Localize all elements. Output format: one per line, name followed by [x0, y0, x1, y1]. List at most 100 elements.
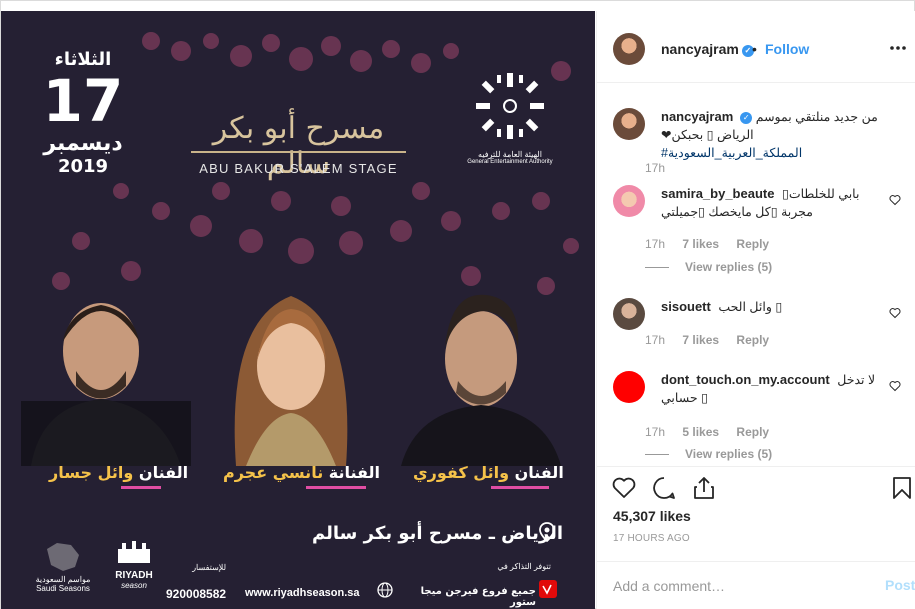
post-header: nancyajram ✓ • Follow — [597, 11, 915, 83]
riyadh-season-logo: RIYADH season — [109, 539, 159, 601]
comments-list[interactable]: nancyajram ✓ من جديد منلتقي بموسم الرياض … — [597, 84, 915, 464]
venue-name-english: ABU BAKUR S'ALEM STAGE — [199, 161, 398, 176]
comment-body: samira_by_beaute بابي للخلطات▯ مجربة ▯كل… — [661, 185, 891, 221]
virgin-megastore-icon — [539, 580, 557, 598]
artist-silhouette — [234, 296, 348, 466]
riyadh-logo-text: RIYADH — [115, 570, 153, 581]
caption-username[interactable]: nancyajram — [661, 109, 733, 124]
add-comment-input[interactable] — [613, 576, 863, 596]
follow-button[interactable]: Follow — [765, 41, 809, 57]
comment-text: وائل الحب ▯ — [718, 300, 783, 314]
artist-label-nancy-ajram: الفنانة نانسي عجرم — [223, 463, 380, 482]
comment-body: dont_touch.on_my.account لا تدخل حسابي ▯ — [661, 371, 891, 407]
like-comment-heart-icon[interactable] — [889, 307, 901, 319]
comment-username[interactable]: sisouett — [661, 299, 711, 314]
riyadh-logo-subtext: season — [121, 581, 147, 590]
comment-meta: 17h 5 likes Reply — [645, 425, 783, 439]
gea-name-english: General Entertainment Authority — [467, 159, 553, 165]
view-replies-button[interactable]: View replies (5) — [645, 447, 772, 461]
comment-username[interactable]: samira_by_beaute — [661, 186, 774, 201]
more-options-icon[interactable] — [888, 39, 908, 57]
author-username[interactable]: nancyajram ✓ — [661, 41, 754, 57]
comment-likes[interactable]: 5 likes — [682, 425, 719, 439]
view-replies-line — [645, 267, 669, 269]
view-replies-label[interactable]: View replies (5) — [685, 447, 772, 461]
view-replies-line — [645, 454, 669, 456]
event-month: ديسمبر — [43, 131, 123, 156]
comment-body: sisouett وائل الحب ▯ — [661, 298, 891, 316]
comment-time: 17h — [645, 237, 666, 251]
author-username-text[interactable]: nancyajram — [661, 41, 739, 57]
riyadh-crown-icon — [118, 541, 150, 563]
artist-label-wael-kfoury: الفنان وائل كفوري — [413, 463, 564, 482]
commenter-avatar[interactable] — [613, 298, 645, 330]
artist-silhouette — [21, 303, 191, 466]
artist-name: وائل كفوري — [413, 463, 510, 482]
caption-meta: 17h — [645, 161, 679, 175]
post-actions-bar — [597, 466, 915, 514]
artist-name-underline — [491, 486, 549, 489]
comment-username[interactable]: dont_touch.on_my.account — [661, 372, 830, 387]
artist-photo-wael-kfoury — [396, 281, 566, 466]
event-website: www.riyadhseason.sa — [245, 587, 360, 599]
comment-time: 17h — [645, 425, 666, 439]
event-date: الثلاثاء 17 ديسمبر 2019 — [23, 49, 143, 177]
post-details-panel: nancyajram ✓ • Follow nancyajram ✓ من جديد… — [596, 11, 915, 609]
gea-logo: الهيئة العامة للترفيه General Entertainm… — [463, 71, 557, 165]
like-comment-heart-icon[interactable] — [889, 380, 901, 392]
author-avatar[interactable] — [613, 33, 645, 65]
artist-title: الفنان — [514, 463, 564, 482]
event-location: الرياض ـ مسرح أبو بكر سالم — [312, 523, 563, 544]
reply-button[interactable]: Reply — [736, 425, 769, 439]
author-avatar[interactable] — [613, 108, 645, 140]
caption-time: 17h — [645, 161, 666, 175]
likes-count[interactable]: 45,307 likes — [613, 508, 691, 524]
comment-meta: 17h 7 likes Reply — [645, 237, 783, 251]
gea-name-arabic: الهيئة العامة للترفيه — [478, 150, 542, 159]
reply-button[interactable]: Reply — [736, 237, 769, 251]
artist-label-wael-jassar: الفنان وائل جسار — [49, 463, 188, 482]
post-time-ago: 17 HOURS AGO — [613, 533, 690, 544]
post-image[interactable]: الثلاثاء 17 ديسمبر 2019 مسرح أبو بكر سال… — [1, 11, 595, 609]
commenter-avatar[interactable] — [613, 371, 645, 403]
caption-hashtag[interactable]: #المملكة_العربية_السعودية — [661, 146, 802, 160]
instagram-post-page: الثلاثاء 17 ديسمبر 2019 مسرح أبو بكر سال… — [0, 0, 915, 609]
like-heart-icon[interactable] — [611, 475, 637, 501]
location-pin-icon — [539, 522, 555, 542]
artist-photo-nancy-ajram — [206, 281, 376, 466]
artist-photo-wael-jassar — [21, 281, 191, 466]
comment-likes[interactable]: 7 likes — [682, 237, 719, 251]
comment-bubble-icon[interactable] — [651, 475, 677, 501]
header-separator: • — [752, 41, 757, 57]
like-comment-heart-icon[interactable] — [889, 194, 901, 206]
gea-emblem-icon — [476, 73, 544, 139]
inquiry-label: للإستفسار — [192, 563, 226, 572]
comment-likes[interactable]: 7 likes — [682, 333, 719, 347]
view-replies-button[interactable]: View replies (5) — [645, 260, 772, 274]
reply-button[interactable]: Reply — [736, 333, 769, 347]
artist-name: نانسي عجرم — [223, 463, 324, 482]
artist-name-underline — [121, 486, 161, 489]
venue-divider — [191, 151, 406, 153]
save-bookmark-icon[interactable] — [889, 475, 915, 501]
share-upload-icon[interactable] — [691, 475, 717, 501]
caption-body: nancyajram ✓ من جديد منلتقي بموسم الرياض … — [661, 108, 891, 162]
tickets-available-label: تتوفر التذاكر في — [497, 562, 551, 571]
artist-name-underline — [306, 486, 366, 489]
ticket-stores: جميع فروع فيرجن ميجا ستور — [420, 586, 536, 608]
saudi-map-icon — [47, 543, 79, 571]
commenter-avatar[interactable] — [613, 185, 645, 217]
artist-title: الفنانة — [328, 463, 381, 482]
verified-badge-icon: ✓ — [740, 112, 753, 124]
saudi-seasons-logo: مواسم السعودية Saudi Seasons — [23, 541, 103, 601]
artist-name: وائل جسار — [49, 463, 134, 482]
globe-icon — [377, 582, 393, 598]
view-replies-label[interactable]: View replies (5) — [685, 260, 772, 274]
comment-meta: 17h 7 likes Reply — [645, 333, 783, 347]
post-comment-button[interactable]: Post — [885, 577, 915, 593]
artist-silhouette — [401, 294, 561, 466]
artist-title: الفنان — [138, 463, 189, 482]
saudi-seasons-arabic: مواسم السعودية — [35, 575, 91, 584]
saudi-seasons-english: Saudi Seasons — [36, 584, 90, 593]
event-day-number: 17 — [42, 67, 124, 135]
